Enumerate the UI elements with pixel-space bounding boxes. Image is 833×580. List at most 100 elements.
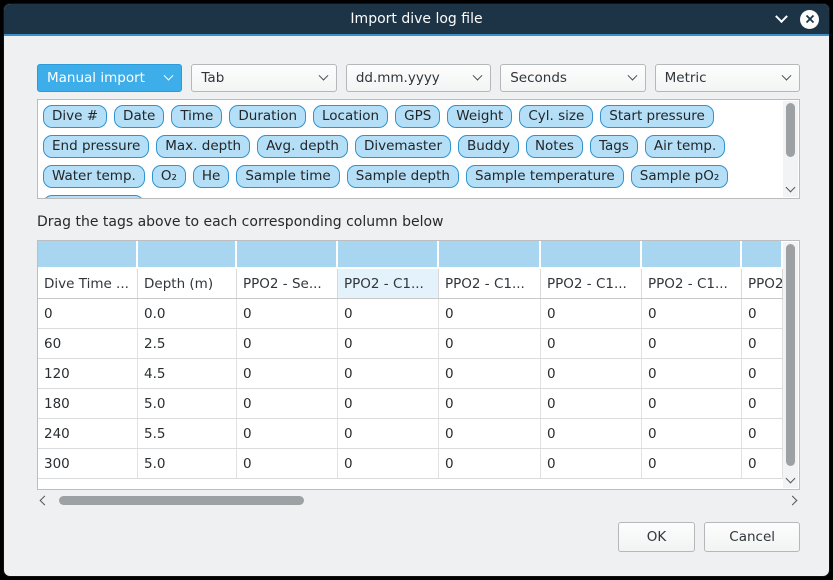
table-cell: 0	[237, 359, 338, 388]
combo-seconds[interactable]: Seconds	[500, 64, 645, 92]
tag-water-temp[interactable]: Water temp.	[43, 165, 145, 188]
tag-tags[interactable]: Tags	[590, 135, 638, 158]
tag-divemaster[interactable]: Divemaster	[355, 135, 451, 158]
table-cell: 0	[541, 329, 642, 358]
drop-cell[interactable]	[742, 241, 783, 267]
tag-area-scrollbar[interactable]	[783, 101, 798, 197]
tag-avg-depth[interactable]: Avg. depth	[257, 135, 348, 158]
table-row: 3005.0000000	[38, 449, 783, 479]
table-horizontal-scrollbar[interactable]	[37, 493, 800, 508]
scrollbar-thumb[interactable]	[786, 244, 795, 466]
scroll-right-icon[interactable]	[788, 496, 798, 506]
table-cell: 0	[742, 449, 783, 478]
tag-date[interactable]: Date	[114, 105, 164, 128]
tag-sample-po[interactable]: Sample pO₂	[631, 165, 729, 188]
combo-manual-import[interactable]: Manual import	[37, 64, 182, 92]
tag-sample-cns[interactable]: Sample CNS	[43, 195, 144, 198]
import-table: Dive Time ...Depth (m)PPO2 - Se...PPO2 -…	[37, 240, 800, 490]
tag-gps[interactable]: GPS	[395, 105, 440, 128]
table-cell: 0	[642, 299, 742, 328]
table-cell: 180	[38, 389, 138, 418]
drop-cell[interactable]	[642, 241, 742, 267]
table-cell: 0	[439, 329, 541, 358]
scroll-left-icon[interactable]	[40, 496, 50, 506]
scroll-down-icon[interactable]	[786, 183, 796, 193]
combo-metric[interactable]: Metric	[655, 64, 800, 92]
combo-label: Manual import	[47, 70, 145, 86]
table-cell: 0	[439, 389, 541, 418]
combo-label: dd.mm.yyyy	[356, 70, 440, 86]
tag-he[interactable]: He	[193, 165, 229, 188]
chevron-down-icon	[782, 70, 792, 80]
table-cell: 0	[742, 419, 783, 448]
table-cell: 0	[338, 449, 439, 478]
tag-air-temp[interactable]: Air temp.	[645, 135, 725, 158]
tag-o[interactable]: O₂	[152, 165, 186, 188]
combo-tab[interactable]: Tab	[191, 64, 336, 92]
table-cell: 0	[237, 329, 338, 358]
tag-weight[interactable]: Weight	[447, 105, 512, 128]
tag-list: Dive # Date Time Duration Location GPS Weight C…	[38, 100, 799, 198]
column-header: Dive Time ...	[38, 269, 138, 298]
titlebar[interactable]: Import dive log file	[4, 4, 829, 34]
scrollbar-thumb[interactable]	[786, 103, 795, 157]
drop-cell[interactable]	[138, 241, 237, 267]
table-cell: 0	[338, 359, 439, 388]
column-header: PPO2 - C1...	[338, 269, 439, 298]
tag-cyl-size[interactable]: Cyl. size	[519, 105, 593, 128]
tag-duration[interactable]: Duration	[229, 105, 306, 128]
dialog-footer: OK Cancel	[37, 522, 800, 552]
drop-cell[interactable]	[439, 241, 541, 267]
tag-sample-temperature[interactable]: Sample temperature	[466, 165, 624, 188]
table-cell: 0	[237, 389, 338, 418]
table-cell: 0	[338, 329, 439, 358]
table-body: 00.0000000602.50000001204.50000001805.00…	[38, 299, 783, 479]
drop-cell[interactable]	[38, 241, 138, 267]
ok-button[interactable]: OK	[618, 522, 695, 552]
table-cell: 0	[338, 299, 439, 328]
combo-dd-mm-yyyy[interactable]: dd.mm.yyyy	[346, 64, 491, 92]
table-cell: 0	[237, 299, 338, 328]
chevron-down-icon[interactable]	[775, 10, 788, 23]
table-cell: 0	[38, 299, 138, 328]
tag-notes[interactable]: Notes	[526, 135, 583, 158]
instruction-text: Drag the tags above to each correspondin…	[37, 214, 800, 230]
table-cell: 0	[642, 419, 742, 448]
tag-sample-time[interactable]: Sample time	[236, 165, 339, 188]
column-header: PPO2 - Se...	[237, 269, 338, 298]
table-cell: 0	[642, 389, 742, 418]
table-cell: 300	[38, 449, 138, 478]
drop-cell[interactable]	[541, 241, 642, 267]
drop-cell[interactable]	[237, 241, 338, 267]
cancel-button[interactable]: Cancel	[704, 522, 800, 552]
tag-location[interactable]: Location	[313, 105, 388, 128]
tag-dive[interactable]: Dive #	[43, 105, 107, 128]
tag-buddy[interactable]: Buddy	[458, 135, 519, 158]
drop-target-row	[38, 241, 783, 267]
close-button[interactable]	[800, 10, 819, 29]
table-vertical-scrollbar[interactable]	[783, 242, 798, 488]
table-cell: 0	[237, 449, 338, 478]
dialog-content: Manual importTabdd.mm.yyyySecondsMetric …	[4, 36, 829, 576]
table-row: 2405.5000000	[38, 419, 783, 449]
chevron-down-icon	[318, 70, 328, 80]
tag-end-pressure[interactable]: End pressure	[43, 135, 149, 158]
column-header: PPO2 - C1...	[541, 269, 642, 298]
table-cell: 0	[642, 359, 742, 388]
table-cell: 0	[541, 419, 642, 448]
scroll-down-icon[interactable]	[786, 474, 796, 484]
table-cell: 5.5	[138, 419, 237, 448]
table-cell: 0	[742, 359, 783, 388]
tag-sample-depth[interactable]: Sample depth	[347, 165, 459, 188]
table-row: 1204.5000000	[38, 359, 783, 389]
drop-cell[interactable]	[338, 241, 439, 267]
import-dialog: Import dive log file Manual import Tab dd.…	[3, 3, 830, 577]
tag-start-pressure[interactable]: Start pressure	[600, 105, 714, 128]
table-cell: 0	[338, 389, 439, 418]
table-cell: 0.0	[138, 299, 237, 328]
tag-time[interactable]: Time	[171, 105, 222, 128]
scrollbar-thumb[interactable]	[59, 496, 304, 505]
table-cell: 0	[541, 359, 642, 388]
tag-max-depth[interactable]: Max. depth	[156, 135, 250, 158]
tag-area: Dive # Date Time Duration Location GPS Weight C…	[37, 99, 800, 199]
